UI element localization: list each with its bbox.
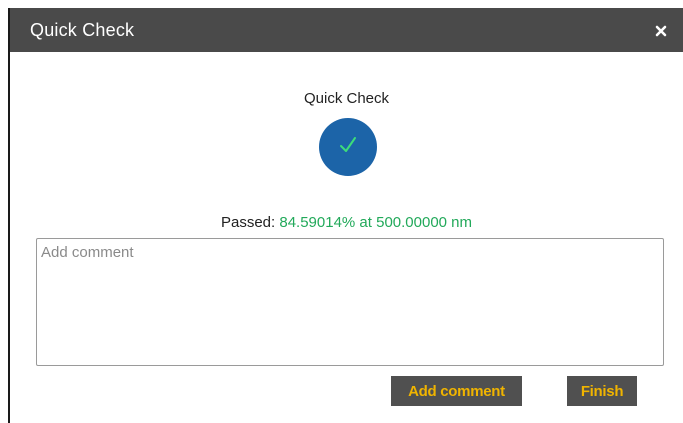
close-icon[interactable] (651, 21, 671, 41)
check-heading: Quick Check (303, 90, 390, 107)
result-value: 84.59014% at 500.00000 nm (279, 214, 473, 231)
check-result: Passed: 84.59014% at 500.00000 nm (10, 214, 683, 231)
result-label: Passed: (220, 214, 276, 231)
status-indicator (319, 118, 377, 176)
dialog-title: Quick Check (30, 20, 135, 40)
checkmark-icon (337, 134, 359, 161)
dialog-titlebar: Quick Check (10, 8, 683, 52)
comment-input[interactable] (36, 238, 664, 366)
add-comment-button[interactable]: Add comment (391, 376, 522, 406)
quick-check-dialog: Quick Check Quick Check Passed: 84.59014… (8, 8, 683, 423)
finish-button[interactable]: Finish (567, 376, 637, 406)
